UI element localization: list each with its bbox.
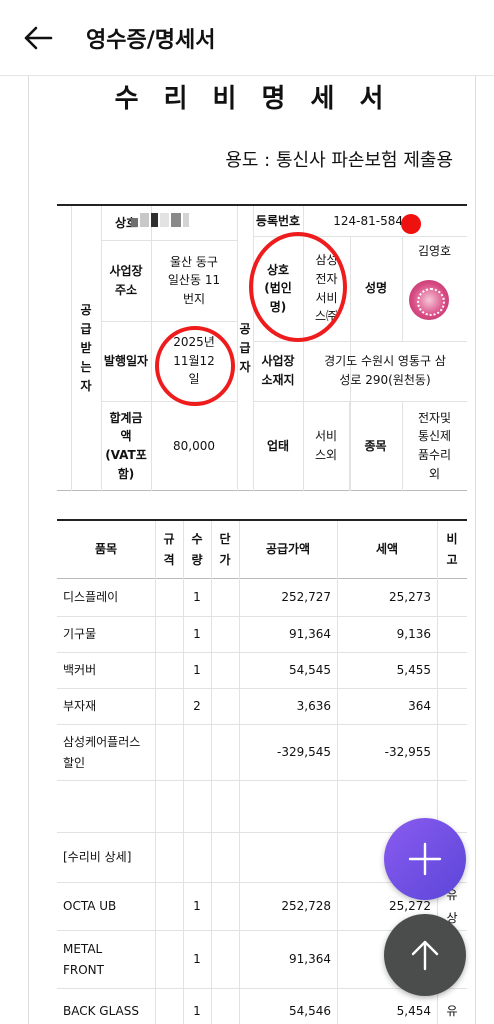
table-row: 삼성케어플러스 할인 -329,545 -32,955 bbox=[57, 725, 467, 781]
location-value: 경기도 수원시 영통구 삼성로 290(원천동) bbox=[324, 354, 446, 387]
back-button[interactable] bbox=[18, 18, 58, 58]
cell-quantity: 1 bbox=[193, 1004, 201, 1019]
business-item-value: 전자및 통신제 품수리 외 bbox=[417, 410, 452, 481]
cell-remark: 유 bbox=[446, 1004, 458, 1019]
cell-item-name: METAL FRONT bbox=[63, 942, 104, 977]
total-amount-label: 합계금액 (VAT포함) bbox=[105, 410, 147, 481]
cell-supply-amount: 3,636 bbox=[296, 699, 331, 714]
cell-supply-amount: 91,364 bbox=[289, 952, 331, 967]
business-address-label: 사업장 주소 bbox=[109, 263, 143, 297]
recipient-label: 공급받는자 bbox=[80, 302, 92, 394]
cell-item-name: [수리비 상세] bbox=[63, 850, 132, 865]
cell-quantity: 2 bbox=[193, 699, 201, 714]
header-supply-amount: 공급가액 bbox=[265, 542, 311, 557]
cell-item-name: 부자재 bbox=[63, 699, 97, 714]
add-button[interactable] bbox=[384, 818, 466, 900]
corp-name-highlight-circle bbox=[249, 232, 347, 342]
issue-date-label: 발행일자 bbox=[103, 353, 149, 368]
supplier-info-table: 공급받는자 상호 사업장 주소 울산 동구 일산동 11번지 발행일자 2025… bbox=[57, 204, 467, 491]
table-row: 기구물 1 91,364 9,136 bbox=[57, 617, 467, 653]
header-quantity: 수량 bbox=[191, 532, 203, 567]
cell-item-name: BACK GLASS bbox=[63, 1004, 139, 1019]
cell-quantity: 1 bbox=[193, 899, 201, 914]
cell-tax: 364 bbox=[408, 699, 431, 714]
arrow-up-icon bbox=[411, 940, 439, 971]
registration-number-value: 124-81-584 bbox=[333, 213, 403, 228]
business-address-value: 울산 동구 일산동 11번지 bbox=[167, 254, 221, 306]
cell-supply-amount: 54,545 bbox=[289, 663, 331, 678]
business-type-value: 서비 스외 bbox=[314, 429, 338, 462]
issue-date-highlight-circle bbox=[155, 326, 235, 406]
cell-item-name: OCTA UB bbox=[63, 899, 117, 914]
cell-quantity: 1 bbox=[193, 663, 201, 678]
redaction-dot bbox=[401, 214, 421, 234]
cell-supply-amount: 91,364 bbox=[289, 627, 331, 642]
cell-supply-amount: 252,727 bbox=[281, 590, 331, 605]
items-table: 품목 규격 수량 단가 공급가액 세액 비고디스플레이 1 252,727 25,273 기구물 1 9… bbox=[57, 519, 467, 1024]
items-header-row: 품목 규격 수량 단가 공급가액 세액 비고 bbox=[57, 521, 467, 579]
page-title: 영수증/명세서 bbox=[86, 28, 216, 53]
header-remark: 비고 bbox=[446, 532, 458, 567]
header-unit-price: 단가 bbox=[219, 532, 231, 567]
cell-tax: 9,136 bbox=[396, 627, 431, 642]
location-label: 사업장 소재지 bbox=[261, 354, 295, 387]
cell-tax: -32,955 bbox=[384, 745, 431, 760]
table-row: BACK GLASS 1 54,546 5,454 유 bbox=[57, 989, 467, 1024]
header-spec: 규격 bbox=[163, 532, 175, 567]
business-item-label: 종목 bbox=[364, 438, 387, 453]
business-type-label: 업태 bbox=[266, 438, 290, 453]
header-tax: 세액 bbox=[375, 542, 399, 557]
cell-item-name: 백커버 bbox=[63, 663, 97, 678]
cell-tax: 5,455 bbox=[396, 663, 431, 678]
cell-quantity: 1 bbox=[193, 590, 201, 605]
cell-supply-amount: 252,728 bbox=[281, 899, 331, 914]
company-name-redacted bbox=[131, 213, 189, 227]
cell-item-name: 디스플레이 bbox=[63, 590, 119, 605]
plus-icon bbox=[408, 842, 442, 876]
owner-value: 김영호 bbox=[417, 243, 452, 258]
table-row: 백커버 1 54,545 5,455 bbox=[57, 653, 467, 689]
cell-supply-amount: -329,545 bbox=[277, 745, 331, 760]
table-row: 부자재 2 3,636 364 bbox=[57, 689, 467, 725]
cell-quantity: 1 bbox=[193, 627, 201, 642]
total-amount-value: 80,000 bbox=[173, 438, 215, 453]
cell-item-name: 삼성케어플러스 할인 bbox=[63, 735, 141, 770]
header-item-name: 품목 bbox=[94, 542, 118, 557]
cell-item-name: 기구물 bbox=[63, 627, 97, 642]
cell-tax: 5,454 bbox=[396, 1004, 431, 1019]
scroll-to-top-button[interactable] bbox=[384, 914, 466, 996]
company-seal-stamp bbox=[409, 280, 449, 320]
document-purpose: 용도 : 통신사 파손보험 제출용 bbox=[225, 150, 453, 171]
supplier-label: 공급자 bbox=[239, 321, 251, 375]
arrow-left-icon bbox=[24, 26, 53, 50]
cell-supply-amount: 54,546 bbox=[289, 1004, 331, 1019]
table-row: 디스플레이 1 252,727 25,273 bbox=[57, 579, 467, 617]
app-bar: 영수증/명세서 bbox=[0, 0, 494, 76]
cell-tax: 25,273 bbox=[389, 590, 431, 605]
owner-label: 성명 bbox=[364, 281, 388, 296]
cell-quantity: 1 bbox=[193, 952, 201, 967]
document-title: 수 리 비 명 세 서 bbox=[114, 84, 392, 114]
